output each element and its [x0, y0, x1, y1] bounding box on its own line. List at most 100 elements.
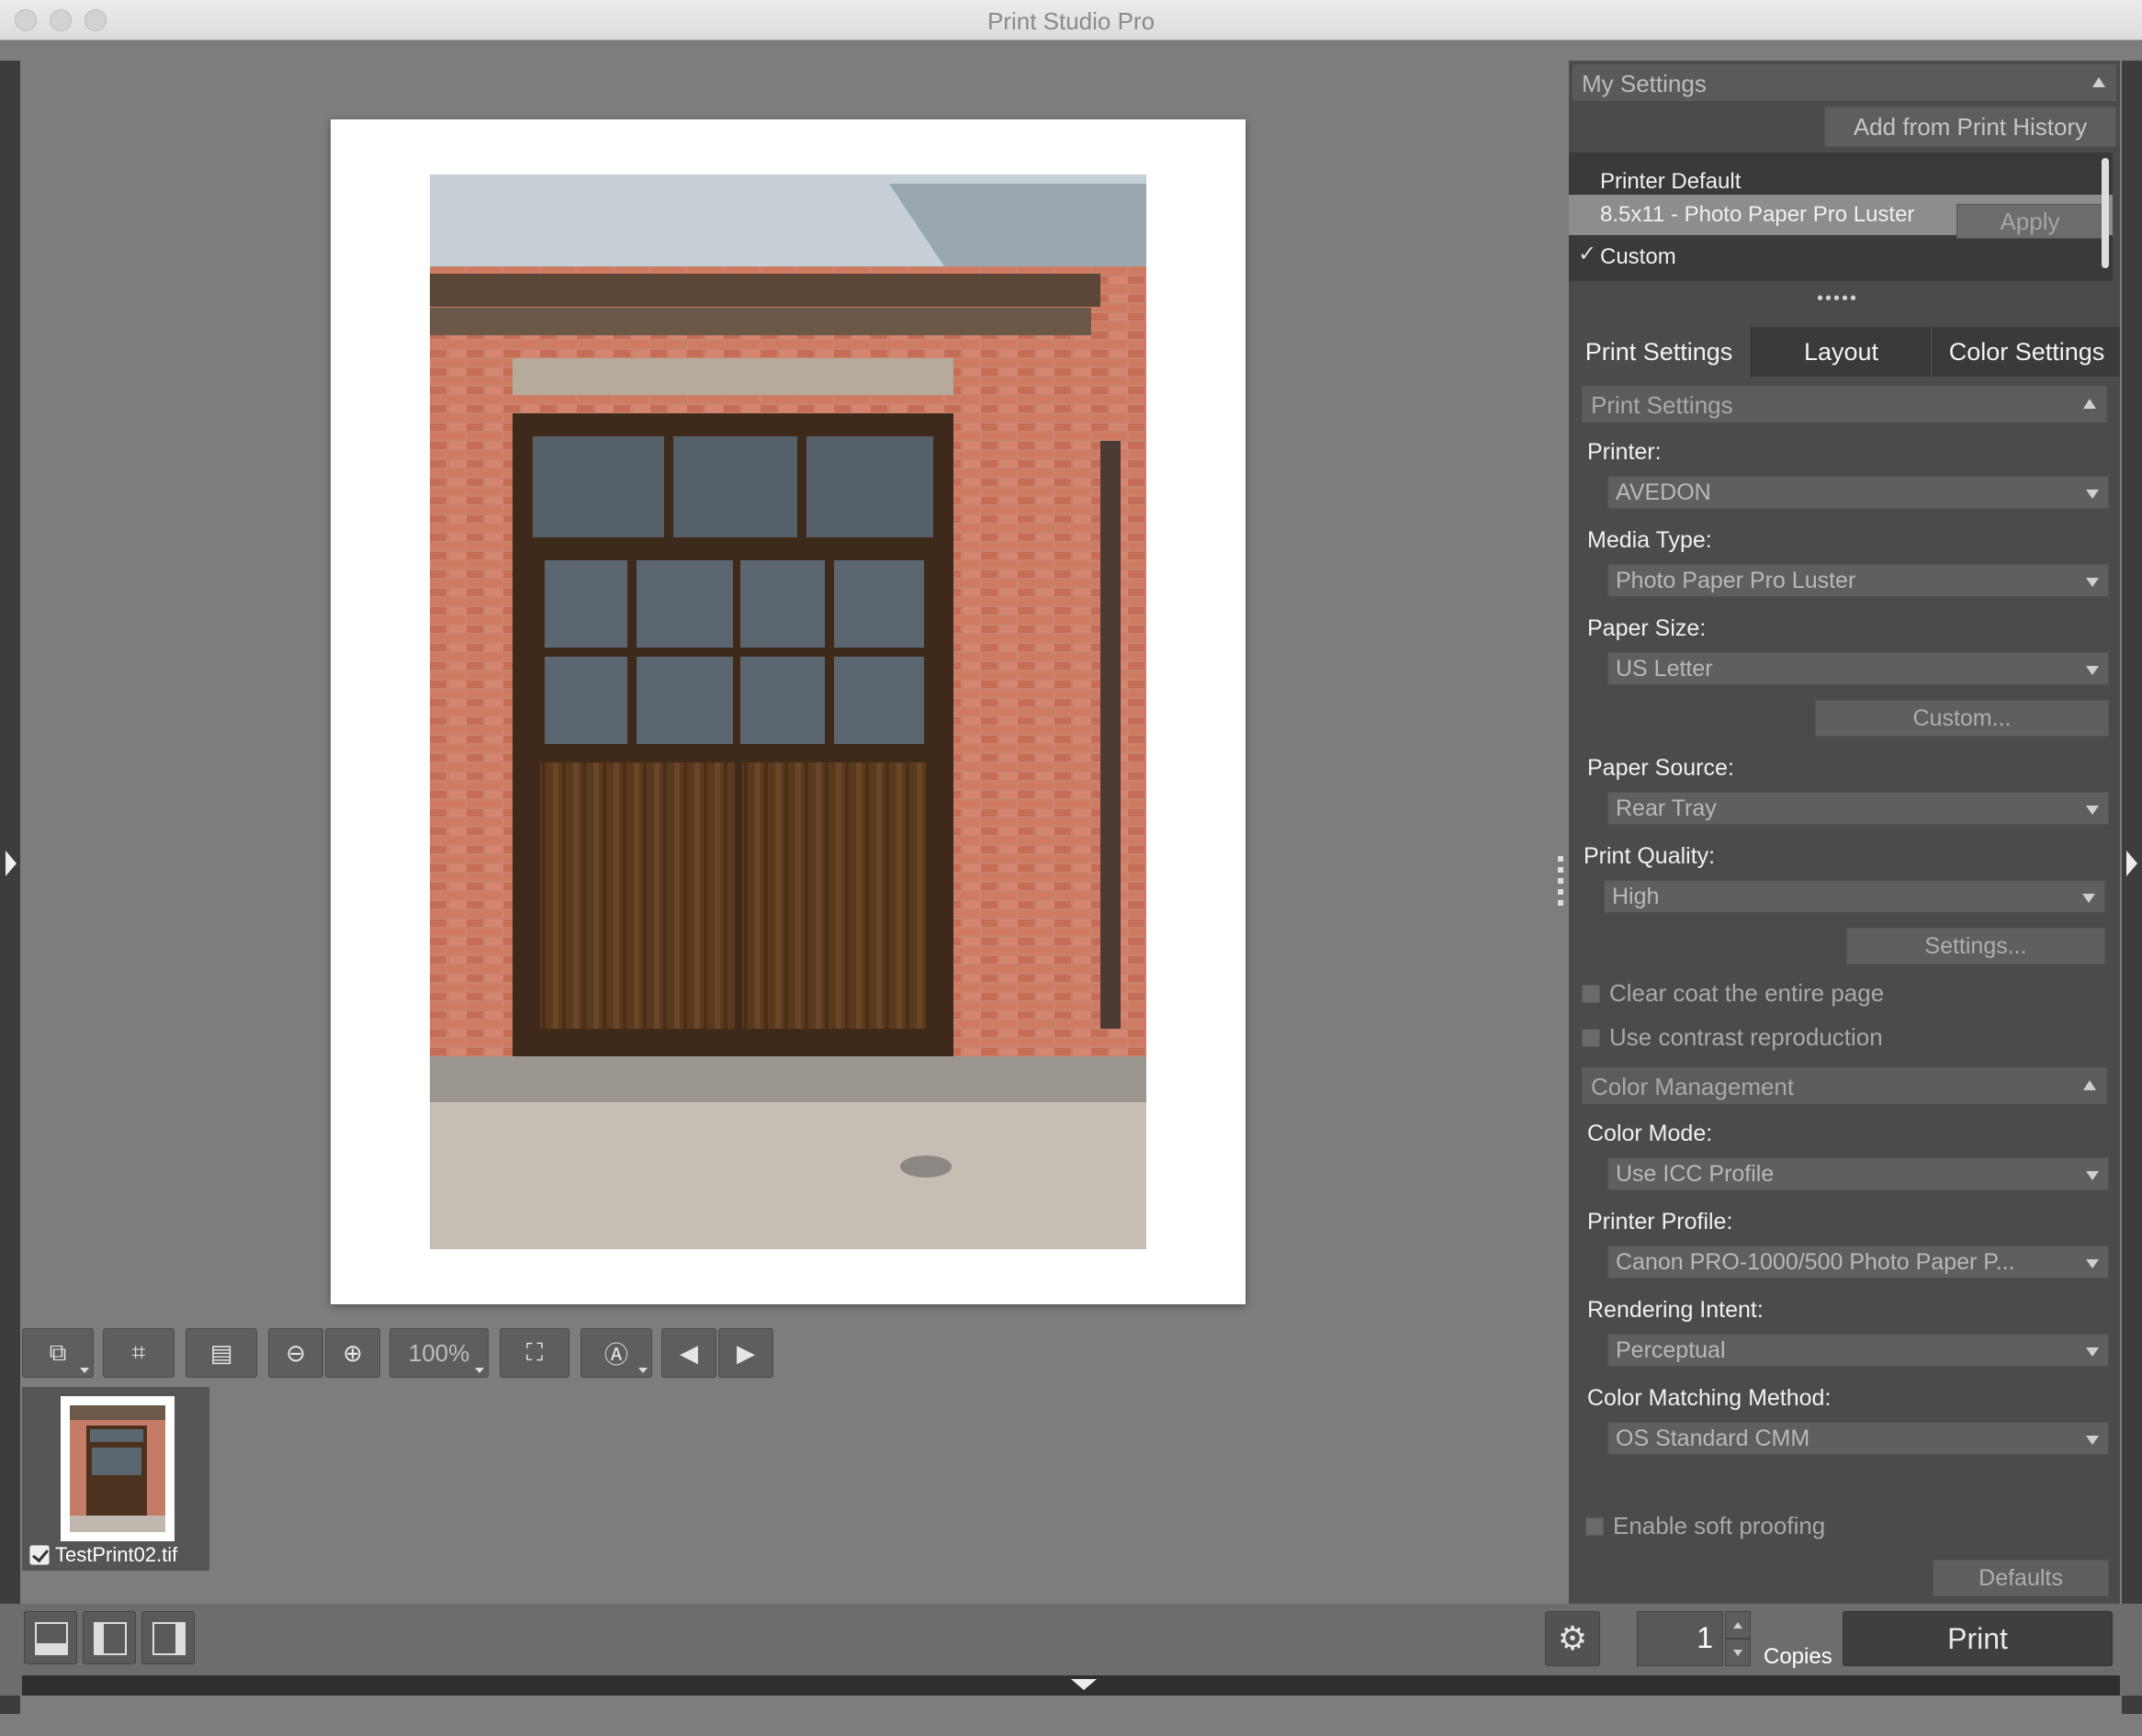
contrast-label: Use contrast reproduction: [1609, 1023, 1883, 1051]
thumbnail-item[interactable]: [61, 1396, 175, 1541]
print-preview-button[interactable]: ▤: [186, 1328, 257, 1378]
zoom-level-dropdown[interactable]: 100%: [389, 1328, 489, 1378]
my-settings-header[interactable]: My Settings: [1573, 64, 2116, 101]
bottom-panel-toggle[interactable]: [22, 1675, 2120, 1696]
drag-handle-icon[interactable]: •••••: [1817, 288, 1858, 310]
my-settings-list: Printer Default 8.5x11 - Photo Paper Pro…: [1569, 152, 2113, 281]
color-mode-label: Color Mode:: [1587, 1121, 1713, 1146]
collapse-icon: [2083, 399, 2096, 409]
chevron-down-icon: [2086, 1259, 2099, 1268]
crop-button[interactable]: ⌗: [103, 1328, 175, 1378]
clear-coat-checkbox[interactable]: [1582, 984, 1600, 1003]
expand-down-icon: [1071, 1679, 1097, 1690]
color-matching-value: OS Standard CMM: [1616, 1426, 1810, 1451]
preview-photo[interactable]: [430, 175, 1146, 1249]
paper-source-label: Paper Source:: [1587, 755, 1734, 781]
copies-input[interactable]: 1: [1637, 1611, 1723, 1666]
arrow-right-icon: ▶: [737, 1338, 755, 1367]
color-mode-select[interactable]: Use ICC Profile: [1607, 1157, 2109, 1190]
paper-source-select[interactable]: Rear Tray: [1607, 792, 2109, 825]
layout-left-button[interactable]: [83, 1611, 136, 1664]
chevron-down-icon: [2086, 666, 2099, 675]
media-type-select[interactable]: Photo Paper Pro Luster: [1607, 564, 2109, 597]
apply-button[interactable]: Apply: [1956, 204, 2103, 239]
chevron-down-icon: [1733, 1649, 1742, 1656]
thumbnail-checkbox[interactable]: [29, 1545, 50, 1565]
print-settings-section-header[interactable]: Print Settings: [1582, 386, 2107, 423]
zoom-in-button[interactable]: ⊕: [325, 1328, 380, 1378]
tab-layout[interactable]: Layout: [1751, 327, 1931, 377]
paper-source-value: Rear Tray: [1616, 795, 1717, 821]
contrast-option[interactable]: Use contrast reproduction: [1582, 1023, 1883, 1052]
copies-label: Copies: [1764, 1644, 1832, 1669]
print-preview-page[interactable]: [331, 119, 1246, 1304]
printer-profile-select[interactable]: Canon PRO-1000/500 Photo Paper P...: [1607, 1246, 2109, 1279]
tab-print-settings[interactable]: Print Settings: [1569, 327, 1749, 377]
zoom-level-value: 100%: [408, 1338, 470, 1367]
thumbnail-filename: TestPrint02.tif: [55, 1543, 178, 1566]
image-menu-button[interactable]: ⧉: [22, 1328, 94, 1378]
color-matching-select[interactable]: OS Standard CMM: [1607, 1422, 2109, 1455]
chevron-down-icon: [2086, 1436, 2099, 1445]
printer-value: AVEDON: [1616, 479, 1711, 505]
paper-size-select[interactable]: US Letter: [1607, 652, 2109, 685]
expand-left-icon: [6, 851, 17, 876]
chevron-up-icon: [1733, 1621, 1742, 1629]
list-item[interactable]: ✓ Custom: [1569, 237, 2113, 277]
soft-proofing-checkbox[interactable]: [1585, 1516, 1604, 1536]
add-from-print-history-button[interactable]: Add from Print History: [1824, 107, 2116, 147]
zoom-out-button[interactable]: ⊖: [268, 1328, 323, 1378]
gear-icon: ⚙: [1557, 1619, 1588, 1657]
layout-left-icon: [94, 1622, 127, 1655]
soft-proofing-label: Enable soft proofing: [1613, 1512, 1826, 1539]
my-settings-title: My Settings: [1582, 70, 1707, 97]
color-matching-label: Color Matching Method:: [1587, 1385, 1832, 1411]
print-quality-value: High: [1612, 884, 1660, 909]
arrow-left-icon: ◀: [680, 1338, 698, 1367]
tab-color-settings[interactable]: Color Settings: [1933, 327, 2120, 377]
copy-image-icon: ⧉: [49, 1338, 67, 1366]
panel-resize-handle[interactable]: [1558, 856, 1563, 911]
printer-icon: ▤: [209, 1338, 233, 1367]
color-management-section-header[interactable]: Color Management: [1582, 1067, 2107, 1104]
paper-size-value: US Letter: [1616, 656, 1713, 682]
left-panel-toggle[interactable]: [0, 61, 20, 1714]
next-page-button[interactable]: ▶: [718, 1328, 773, 1378]
settings-panel: My Settings Add from Print History Print…: [1569, 61, 2120, 1628]
decrement-button[interactable]: [1725, 1639, 1751, 1666]
printer-select[interactable]: AVEDON: [1607, 476, 2109, 509]
preferences-button[interactable]: ⚙: [1545, 1611, 1600, 1666]
window-title: Print Studio Pro: [986, 7, 1156, 35]
rendering-intent-select[interactable]: Perceptual: [1607, 1334, 2109, 1367]
right-panel-toggle[interactable]: [2122, 61, 2142, 1714]
rendering-intent-label: Rendering Intent:: [1587, 1297, 1764, 1323]
layout-right-icon: [152, 1622, 186, 1655]
print-button[interactable]: Print: [1843, 1611, 2113, 1666]
contrast-checkbox[interactable]: [1582, 1028, 1600, 1047]
title-bar: Print Studio Pro: [0, 0, 2142, 40]
list-item-label: 8.5x11 - Photo Paper Pro Luster: [1600, 202, 1915, 227]
chevron-down-icon: [2082, 894, 2095, 903]
previous-page-button[interactable]: ◀: [661, 1328, 716, 1378]
print-quality-select[interactable]: High: [1604, 880, 2105, 913]
custom-size-button[interactable]: Custom...: [1815, 700, 2109, 737]
chevron-down-icon: [2086, 1171, 2099, 1180]
layout-bottom-button[interactable]: [24, 1611, 77, 1664]
list-item-label: Custom: [1600, 244, 1676, 269]
color-mode-value: Use ICC Profile: [1616, 1161, 1775, 1187]
text-tool-button[interactable]: Ⓐ: [581, 1328, 652, 1378]
clear-coat-option[interactable]: Clear coat the entire page: [1582, 979, 1884, 1008]
fit-to-window-button[interactable]: ⛶: [500, 1328, 569, 1378]
list-scrollbar[interactable]: [2102, 158, 2109, 268]
layout-right-button[interactable]: [141, 1611, 195, 1664]
media-type-value: Photo Paper Pro Luster: [1616, 568, 1856, 593]
rendering-intent-value: Perceptual: [1616, 1337, 1726, 1363]
paper-size-label: Paper Size:: [1587, 615, 1707, 641]
increment-button[interactable]: [1725, 1611, 1751, 1639]
door-photo-image: [430, 175, 1146, 1249]
section-title: Color Management: [1591, 1073, 1795, 1100]
copies-stepper[interactable]: [1725, 1611, 1751, 1666]
quality-settings-button[interactable]: Settings...: [1846, 928, 2105, 964]
soft-proofing-option[interactable]: Enable soft proofing: [1585, 1512, 1825, 1540]
defaults-button[interactable]: Defaults: [1933, 1560, 2109, 1596]
